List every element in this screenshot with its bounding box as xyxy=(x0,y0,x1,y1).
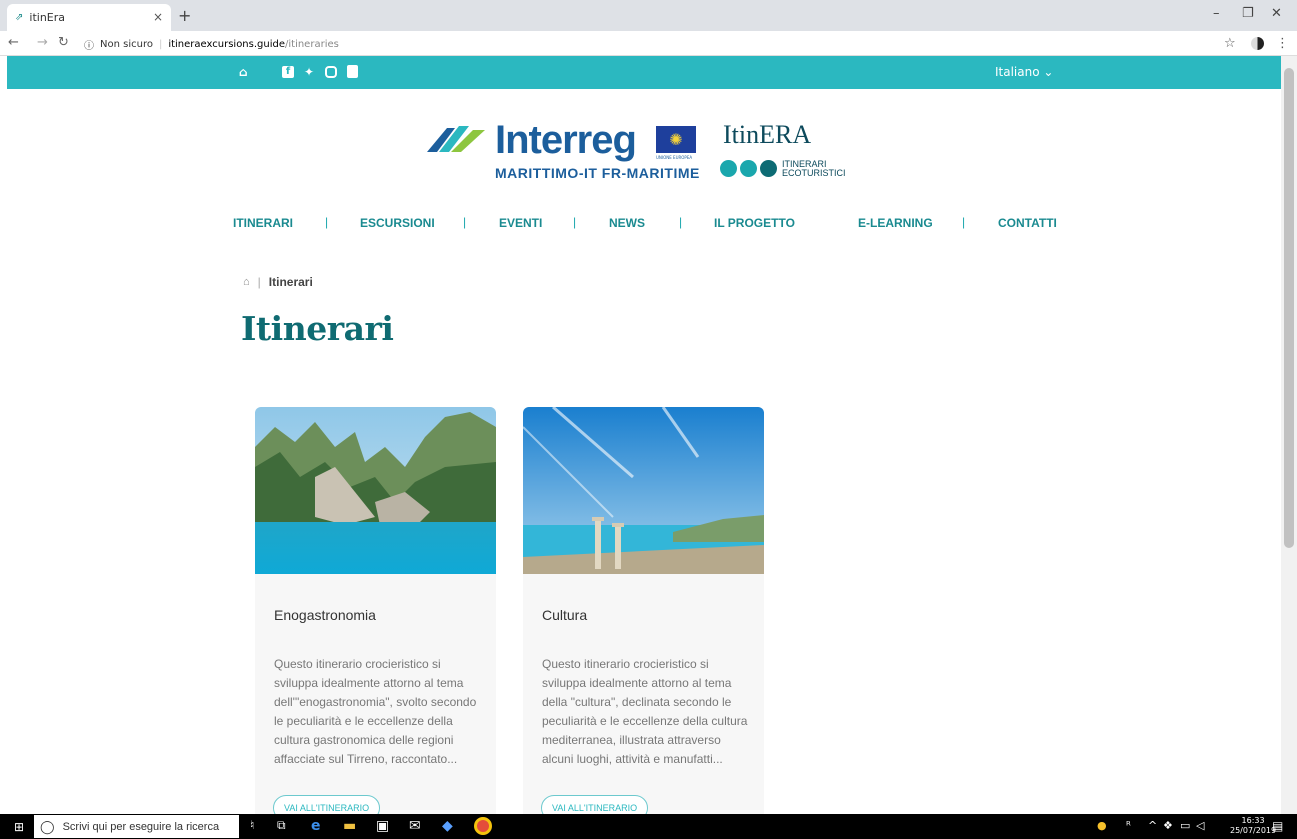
clock-date: 25/07/2019 xyxy=(1230,826,1277,835)
browser-tab[interactable]: ⇗ itinEra × xyxy=(7,4,171,31)
dropbox-icon[interactable]: ◆ xyxy=(442,818,453,834)
nav-separator: | xyxy=(463,215,467,229)
page-title: Itinerari xyxy=(241,309,394,348)
card-image-coast-cliffs xyxy=(255,407,496,574)
extension-icon[interactable] xyxy=(1251,37,1264,50)
nav-eventi[interactable]: EVENTI xyxy=(499,216,542,230)
itinerary-card-enogastronomia[interactable]: Enogastronomia Questo itinerario crocier… xyxy=(255,407,496,814)
breadcrumb-separator: | xyxy=(257,275,261,289)
instagram-icon[interactable] xyxy=(325,66,337,78)
card-title[interactable]: Enogastronomia xyxy=(274,607,376,623)
nav-il-progetto[interactable]: IL PROGETTO xyxy=(714,216,795,230)
minimize-button[interactable]: – xyxy=(1213,6,1220,21)
windows-taskbar: ⊞ ◯ Scrivi qui per eseguire la ricerca ♮… xyxy=(0,814,1297,839)
nav-itinerari[interactable]: ITINERARI xyxy=(233,216,293,230)
url-separator: | xyxy=(158,39,163,50)
maximize-button[interactable]: ❐ xyxy=(1242,6,1254,21)
card-image-ruins-sea xyxy=(523,407,764,574)
interreg-logo[interactable]: Interreg MARITTIMO-IT FR-MARITIME ✺ UNIO… xyxy=(425,118,715,188)
search-placeholder: Scrivi qui per eseguire la ricerca xyxy=(62,820,220,833)
close-window-button[interactable]: ✕ xyxy=(1271,6,1282,21)
main-navigation: ITINERARI | ESCURSIONI | EVENTI | NEWS |… xyxy=(233,215,1063,232)
taskbar-search-box[interactable]: ◯ Scrivi qui per eseguire la ricerca xyxy=(34,815,239,838)
people-icon[interactable]: ᴿ xyxy=(1126,819,1131,832)
tab-title: itinEra xyxy=(29,11,66,24)
menu-kebab-icon[interactable]: ⋮ xyxy=(1276,36,1289,51)
youtube-icon[interactable] xyxy=(347,65,358,78)
itinera-sub-line-2: ECOTURISTICI xyxy=(782,168,846,178)
close-tab-icon[interactable]: × xyxy=(153,10,163,24)
forward-arrow-icon[interactable]: → xyxy=(37,35,48,50)
bookmark-star-icon[interactable]: ☆ xyxy=(1224,36,1236,51)
nav-e-learning[interactable]: E-LEARNING xyxy=(858,216,933,230)
page-scrollbar[interactable] xyxy=(1281,56,1297,814)
language-select[interactable]: Italiano ⌄ xyxy=(995,65,1053,79)
sea-circle-icon xyxy=(720,160,737,177)
vai-itinerario-button[interactable]: VAI ALL'ITINERARIO xyxy=(273,795,381,814)
nav-news[interactable]: NEWS xyxy=(609,216,645,230)
interreg-swoosh-icon xyxy=(427,126,485,152)
taskbar-clock[interactable]: 16:33 25/07/2019 xyxy=(1230,816,1276,836)
vai-itinerario-button[interactable]: VAI ALL'ITINERARIO xyxy=(541,795,649,814)
itinera-logo[interactable]: ItinERA ITINERARI ECOTURISTICI xyxy=(718,120,868,182)
info-icon[interactable]: ⓘ xyxy=(84,37,94,52)
itinera-wordmark: ItinERA xyxy=(723,120,812,149)
breadcrumb: ⌂ | Itinerari xyxy=(243,275,313,289)
web-page: ⌂ f ✦ Italiano ⌄ Interreg MARITTIMO-IT F… xyxy=(0,56,1281,814)
nav-separator: | xyxy=(573,215,577,229)
network-icon[interactable]: ▭ xyxy=(1180,819,1190,832)
twitter-icon[interactable]: ✦ xyxy=(304,65,314,79)
itinera-subtitle: ITINERARI ECOTURISTICI xyxy=(782,160,846,178)
dropbox-tray-icon[interactable]: ❖ xyxy=(1163,819,1173,832)
url-path: /itineraries xyxy=(285,39,339,50)
breadcrumb-current: Itinerari xyxy=(268,275,313,289)
address-bar-row: ← → ↻ ⓘ Non sicuro | itineraexcursions.g… xyxy=(0,31,1297,56)
scrollbar-thumb[interactable] xyxy=(1284,68,1294,548)
card-description: Questo itinerario crocieristico si svilu… xyxy=(542,657,748,766)
edge-icon[interactable]: e xyxy=(311,818,321,834)
volume-icon[interactable]: ◁ xyxy=(1196,819,1204,832)
clock-time: 16:33 xyxy=(1241,816,1265,825)
show-hidden-icons-icon[interactable]: ^ xyxy=(1148,819,1157,832)
nav-contatti[interactable]: CONTATTI xyxy=(998,216,1057,230)
card-title[interactable]: Cultura xyxy=(542,607,587,623)
security-label: Non sicuro xyxy=(100,39,153,50)
card-description: Questo itinerario crocieristico si svilu… xyxy=(274,657,477,766)
task-view-icon[interactable]: ⧉ xyxy=(277,818,286,833)
chrome-icon[interactable] xyxy=(474,817,492,835)
interreg-subtitle: MARITTIMO-IT FR-MARITIME xyxy=(495,165,700,181)
notifications-icon[interactable]: ▤ xyxy=(1272,819,1283,833)
nav-separator: | xyxy=(325,215,329,229)
file-explorer-icon[interactable]: ▬ xyxy=(343,818,356,834)
nav-separator: | xyxy=(962,215,966,229)
facebook-icon[interactable]: f xyxy=(282,66,294,78)
cortana-circle-icon: ◯ xyxy=(40,818,55,834)
interreg-wordmark: Interreg xyxy=(495,118,637,162)
column-circle-icon xyxy=(760,160,777,177)
mail-icon[interactable]: ✉ xyxy=(409,818,421,834)
microphone-icon[interactable]: ♮ xyxy=(250,818,254,832)
store-icon[interactable]: ▣ xyxy=(376,818,389,834)
url-host: itineraexcursions.guide xyxy=(168,39,285,50)
itinerary-card-cultura[interactable]: Cultura Questo itinerario crocieristico … xyxy=(523,407,764,814)
reload-icon[interactable]: ↻ xyxy=(58,35,69,50)
url-field[interactable]: ⓘ Non sicuro | itineraexcursions.guide /… xyxy=(84,37,339,52)
nav-separator: | xyxy=(679,215,683,229)
tray-app-icon[interactable]: ● xyxy=(1097,819,1107,832)
browser-tab-bar: ⇗ itinEra × + – ❐ ✕ xyxy=(0,0,1297,31)
leaf-circle-icon xyxy=(740,160,757,177)
back-arrow-icon[interactable]: ← xyxy=(8,35,19,50)
eu-flag-icon: ✺ xyxy=(656,126,696,153)
new-tab-button[interactable]: + xyxy=(178,6,191,25)
breadcrumb-home-icon[interactable]: ⌂ xyxy=(243,276,250,288)
home-icon[interactable]: ⌂ xyxy=(239,65,248,79)
itinera-favicon-icon: ⇗ xyxy=(15,12,24,23)
top-social-bar: ⌂ f ✦ Italiano ⌄ xyxy=(7,56,1281,89)
eu-label: UNIONE EUROPEA xyxy=(656,155,693,160)
nav-escursioni[interactable]: ESCURSIONI xyxy=(360,216,435,230)
windows-start-icon[interactable]: ⊞ xyxy=(14,820,24,834)
